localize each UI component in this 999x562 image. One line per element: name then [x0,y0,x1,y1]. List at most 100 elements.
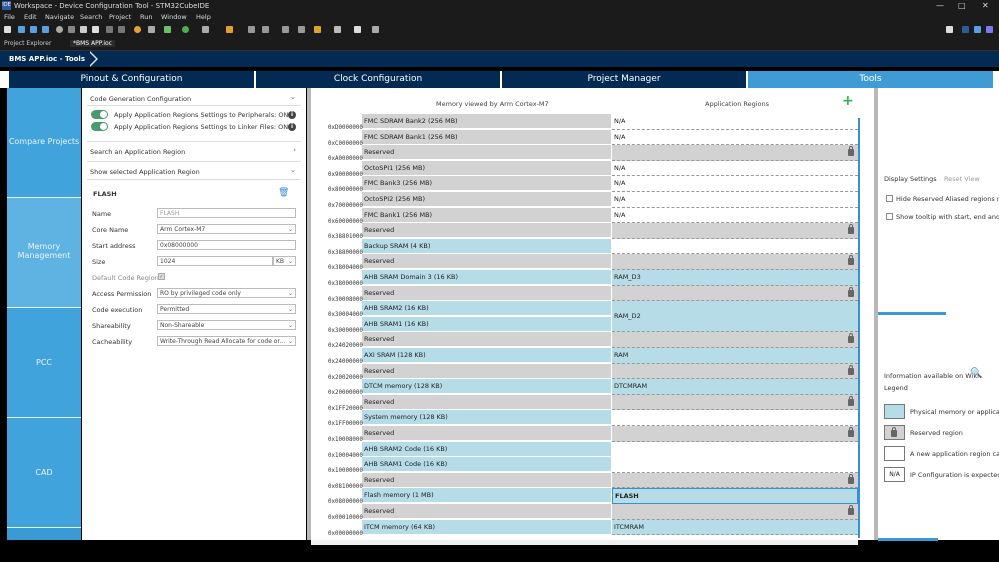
memory-row[interactable]: FMC Bank3 (256 MB) [362,176,611,192]
memory-row[interactable]: FMC SDRAM Bank1 (256 MB) [362,129,611,145]
info-icon[interactable]: i [288,123,296,131]
breadcrumb-text[interactable]: BMS APP.ioc - Tools [9,55,85,63]
memory-row[interactable]: AHB SRAM Domain 3 (16 KB) [362,270,611,285]
show-tooltip-checkbox[interactable] [886,213,893,220]
app-region-row[interactable] [612,223,858,239]
run-icon[interactable] [182,26,189,33]
memory-row[interactable]: AHB SRAM1 Code (16 KB) [362,457,611,473]
last-edit-icon[interactable] [282,26,289,33]
document-icon[interactable] [92,26,99,33]
app-region-row[interactable] [612,410,858,426]
next-annotation-icon[interactable] [248,26,255,33]
tab-project-explorer[interactable]: Project Explorer [4,40,51,47]
shareability-select[interactable]: Non-Shareable ⌄ [157,320,296,330]
default-code-region-checkbox[interactable]: ✓ [158,273,165,280]
show-region-header[interactable]: Show selected Application Region [90,168,200,176]
memory-row[interactable]: Flash memory (1 MB) [362,488,611,504]
chevron-down-icon[interactable]: ⌄ [290,93,296,101]
menu-help[interactable]: Help [196,13,211,21]
tab-pinout[interactable]: Pinout & Configuration [7,71,254,88]
linker-toggle[interactable] [91,122,108,131]
print-icon[interactable] [42,26,49,33]
memory-row[interactable]: Backup SRAM (4 KB) [362,238,611,254]
size-field[interactable]: 1024 [157,256,273,266]
right-top-scrollbar[interactable] [878,312,946,315]
memory-row[interactable]: Reserved [362,223,611,239]
menu-file[interactable]: File [4,13,15,21]
memory-row[interactable]: Reserved [362,472,611,488]
memory-row[interactable]: AHB SRAM1 (16 KB) [362,316,611,332]
menu-search[interactable]: Search [80,13,102,21]
start-address-field[interactable]: 0x08000000 [157,240,296,250]
memory-row[interactable]: Reserved [362,145,611,161]
app-region-row[interactable]: RAM_D3 [612,270,858,286]
device-config-icon[interactable] [134,26,141,33]
search-region-header[interactable]: Search an Application Region [90,148,185,156]
app-region-row[interactable] [612,394,858,411]
memory-row[interactable]: FMC SDRAM Bank2 (256 MB) [362,114,611,129]
memory-row[interactable]: Reserved [362,285,611,301]
memory-row[interactable]: Reserved [362,394,611,410]
app-region-row[interactable]: N/A [612,129,858,146]
category-compare-projects[interactable]: Compare Projects [7,88,81,198]
category-pcc[interactable]: PCC [7,308,81,418]
minimize-button[interactable]: — [936,2,944,10]
app-region-row[interactable]: FLASH [612,488,858,504]
external-tools-icon[interactable] [202,26,209,33]
pin-editor-icon[interactable] [298,26,305,33]
memory-row[interactable]: OctoSPI1 (256 MB) [362,160,611,176]
search-field-icon[interactable] [946,26,953,33]
app-region-row[interactable] [612,285,858,302]
app-region-row[interactable] [612,472,858,489]
app-region-row[interactable] [612,363,858,380]
reset-view-button[interactable]: Reset View [944,175,980,183]
memory-row[interactable]: Reserved [362,504,611,519]
app-region-row[interactable] [612,254,858,270]
app-region-row[interactable] [612,332,858,348]
cacheability-select[interactable]: Write-Through Read Allocate for code or.… [157,336,296,346]
code-execution-select[interactable]: Permitted ⌄ [157,304,296,314]
debug-icon[interactable] [164,26,171,33]
app-region-row[interactable]: N/A [612,114,858,130]
undo-icon[interactable] [106,26,113,33]
memory-row[interactable]: Reserved [362,254,611,270]
perspective-debug-icon[interactable] [974,26,981,33]
search-icon[interactable] [226,26,233,33]
category-cad[interactable]: CAD [7,418,81,528]
vertical-scrollbar[interactable] [858,118,860,538]
info-icon[interactable] [372,26,379,33]
memory-row[interactable]: AHB SRAM2 (16 KB) [362,301,611,317]
clipboard-icon[interactable] [354,26,361,33]
memory-row[interactable]: DTCM memory (128 KB) [362,379,611,395]
app-region-row[interactable] [612,145,858,161]
memory-row[interactable]: Reserved [362,426,611,441]
tab-project-manager[interactable]: Project Manager [500,71,746,88]
horizontal-scrollbar[interactable] [311,540,858,545]
close-button[interactable]: ✕ [982,2,989,10]
core-name-select[interactable]: Arm Cortex-M7 ⌄ [157,224,296,234]
code-generation-header[interactable]: Code Generation Configuration [90,95,191,103]
access-permission-select[interactable]: RO by privileged code only ⌄ [157,288,296,298]
peripherals-toggle[interactable] [91,110,108,119]
perspective-cube-icon[interactable] [962,26,969,33]
app-region-row[interactable] [612,504,858,520]
trash-icon[interactable]: 🗑 [278,188,289,198]
redo-icon[interactable] [118,26,125,33]
right-bottom-scrollbar[interactable] [878,538,938,541]
app-region-row[interactable]: RAM_D2 [612,301,858,333]
memory-row[interactable]: OctoSPI2 (256 MB) [362,192,611,207]
app-region-row[interactable] [612,426,858,442]
menu-navigate[interactable]: Navigate [45,13,74,21]
app-region-row[interactable]: N/A [612,207,858,224]
chevron-down-icon[interactable]: ⌄ [290,166,296,174]
memory-row[interactable]: System memory (128 KB) [362,410,611,426]
tab-clock[interactable]: Clock Configuration [254,71,500,88]
memory-row[interactable]: Reserved [362,363,611,379]
perspective-ide-icon[interactable] [986,26,993,33]
memory-row[interactable]: Reserved [362,332,611,348]
new-file-icon[interactable] [4,26,11,33]
name-field[interactable]: FLASH [157,208,296,218]
settings-icon[interactable] [56,26,63,33]
refresh-icon[interactable] [68,26,75,33]
memory-row[interactable]: AXI SRAM (128 KB) [362,348,611,363]
